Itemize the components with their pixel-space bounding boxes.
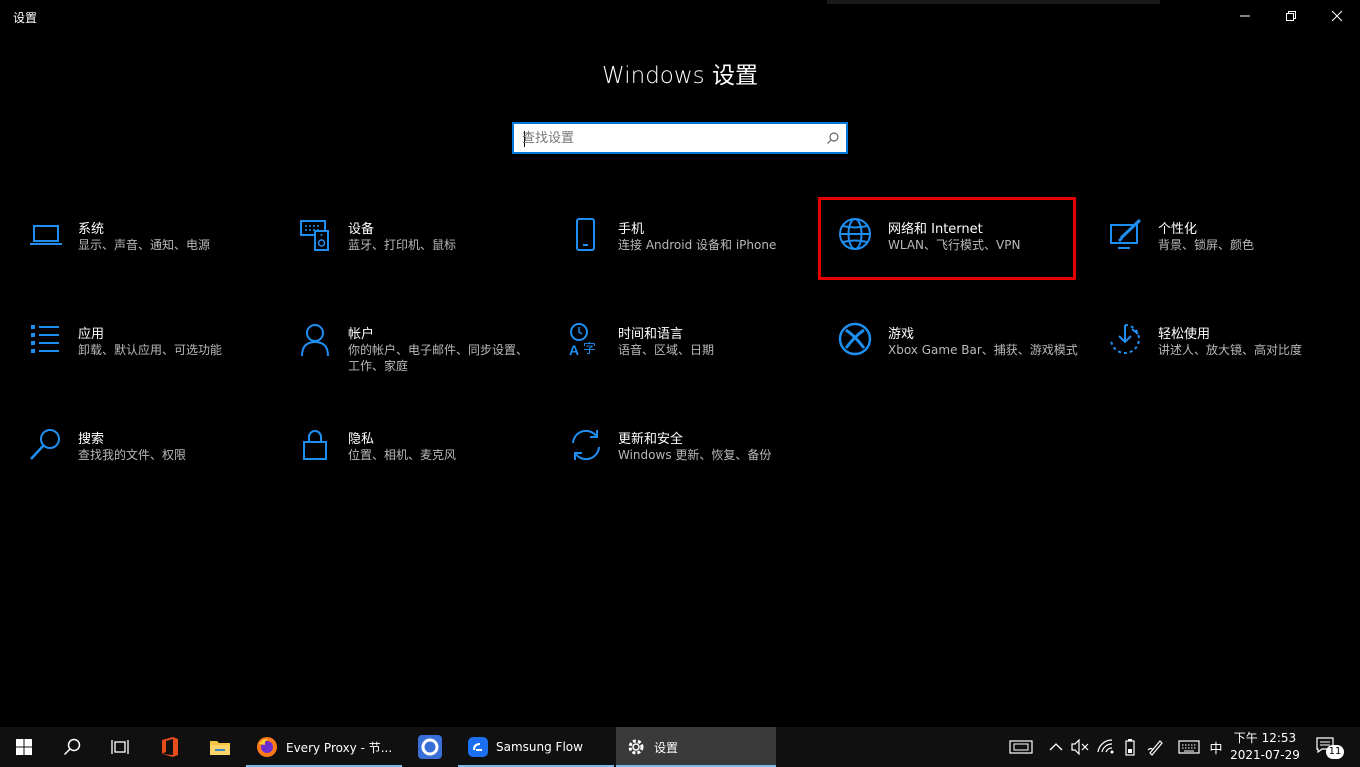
minimize-button[interactable]	[1222, 0, 1268, 32]
taskbar-app-circle[interactable]	[406, 727, 454, 767]
close-button[interactable]	[1314, 0, 1360, 32]
tile-update-security[interactable]: 更新和安全 Windows 更新、恢复、备份	[568, 427, 818, 507]
tile-personalization[interactable]: 个性化 背景、锁屏、颜色	[1108, 217, 1358, 297]
tile-description: 语音、区域、日期	[618, 343, 715, 357]
search-input[interactable]	[522, 128, 822, 148]
taskbar-app-settings[interactable]: 设置	[616, 727, 776, 767]
taskbar-app-samsung-flow[interactable]: Samsung Flow	[458, 727, 614, 767]
tile-name: 搜索	[78, 432, 105, 447]
lock-icon	[298, 427, 334, 463]
sync-icon	[568, 427, 604, 463]
restore-icon	[1286, 11, 1296, 21]
notification-badge: 11	[1326, 745, 1344, 759]
search-icon[interactable]	[826, 131, 840, 145]
tile-system[interactable]: 系统 显示、声音、通知、电源	[28, 217, 278, 297]
clock[interactable]: 下午 12:53 2021-07-29	[1230, 730, 1300, 764]
tile-name: 系统	[78, 222, 105, 237]
windows-logo-icon	[16, 739, 32, 755]
task-view-button[interactable]	[96, 727, 144, 767]
tile-name: 隐私	[348, 432, 375, 447]
tile-devices[interactable]: 设备 蓝牙、打印机、鼠标	[298, 217, 548, 297]
tile-description: 蓝牙、打印机、鼠标	[348, 238, 457, 252]
search-icon	[28, 427, 64, 463]
ease-of-access-icon	[1108, 322, 1144, 358]
tile-name: 更新和安全	[618, 432, 684, 447]
samsung-flow-icon	[468, 737, 488, 757]
devices-icon	[298, 217, 334, 253]
title-bar: 设置	[0, 0, 1360, 32]
laptop-icon	[28, 217, 64, 253]
taskbar-search-button[interactable]	[48, 727, 96, 767]
tile-description: 查找我的文件、权限	[78, 448, 187, 462]
tile-name: 设备	[348, 222, 375, 237]
chevron-up-icon[interactable]	[1046, 737, 1066, 757]
restore-button[interactable]	[1268, 0, 1314, 32]
taskbar-app-label: 设置	[654, 740, 679, 755]
svg-text:A: A	[569, 342, 579, 358]
taskbar-app-label: Samsung Flow	[496, 740, 583, 754]
phone-icon	[568, 217, 604, 253]
tile-description: 位置、相机、麦克风	[348, 448, 457, 462]
xbox-icon	[838, 322, 874, 358]
gear-icon	[628, 739, 644, 755]
tile-apps[interactable]: 应用 卸载、默认应用、可选功能	[28, 322, 278, 402]
taskbar: Every Proxy - 节... Samsung Flow 设置 中 下午 …	[0, 727, 1360, 767]
task-view-icon	[111, 740, 129, 754]
window-title: 设置	[13, 11, 38, 25]
page-title: Windows 设置	[602, 63, 758, 89]
office-app-button[interactable]	[146, 727, 194, 767]
keyboard-tray-icon[interactable]	[1008, 737, 1034, 757]
minimize-icon	[1240, 15, 1250, 17]
search-icon	[63, 738, 81, 756]
action-center-button[interactable]: 11	[1316, 737, 1344, 759]
taskbar-app-every-proxy[interactable]: Every Proxy - 节...	[246, 727, 402, 767]
app-circle-icon	[418, 735, 442, 759]
pen-icon[interactable]	[1146, 737, 1166, 757]
tile-name: 个性化	[1158, 222, 1198, 237]
personalization-icon	[1108, 217, 1144, 253]
tile-description: Windows 更新、恢复、备份	[618, 448, 772, 462]
office-icon	[162, 737, 178, 757]
tile-description: 卸载、默认应用、可选功能	[78, 343, 223, 357]
time-language-icon: A字	[568, 322, 604, 358]
person-icon	[298, 322, 334, 358]
firefox-icon	[257, 737, 277, 757]
tile-accounts[interactable]: 帐户 你的帐户、电子邮件、同步设置、工作、家庭	[298, 322, 548, 402]
tile-time-language[interactable]: A字 时间和语言 语音、区域、日期	[568, 322, 818, 402]
file-explorer-button[interactable]	[196, 727, 244, 767]
tile-name: 时间和语言	[618, 327, 684, 342]
close-icon	[1331, 10, 1343, 22]
apps-list-icon	[28, 322, 64, 358]
clock-time: 下午 12:53	[1233, 731, 1297, 745]
tile-name: 帐户	[348, 327, 375, 342]
tile-description: 连接 Android 设备和 iPhone	[618, 238, 777, 252]
title-bar-strip	[827, 0, 1160, 4]
tile-search[interactable]: 搜索 查找我的文件、权限	[28, 427, 278, 507]
tile-description: 背景、锁屏、颜色	[1158, 238, 1255, 252]
tile-ease-of-access[interactable]: 轻松使用 讲述人、放大镜、高对比度	[1108, 322, 1358, 402]
tile-phone[interactable]: 手机 连接 Android 设备和 iPhone	[568, 217, 818, 297]
tile-description: 你的帐户、电子邮件、同步设置、工作、家庭	[348, 343, 529, 373]
tile-description: 讲述人、放大镜、高对比度	[1158, 343, 1303, 357]
battery-icon[interactable]	[1120, 737, 1140, 757]
tile-name: 游戏	[888, 327, 915, 342]
tile-name: 手机	[618, 222, 645, 237]
touch-keyboard-icon[interactable]	[1176, 737, 1202, 757]
folder-icon	[210, 741, 230, 755]
tile-gaming[interactable]: 游戏 Xbox Game Bar、捕获、游戏模式	[838, 322, 1088, 402]
tile-description: 显示、声音、通知、电源	[78, 238, 211, 252]
tile-name: 应用	[78, 327, 105, 342]
tile-privacy[interactable]: 隐私 位置、相机、麦克风	[298, 427, 548, 507]
input-method-indicator[interactable]: 中	[1206, 737, 1226, 757]
tile-name: 轻松使用	[1158, 327, 1211, 342]
taskbar-app-label: Every Proxy - 节...	[286, 740, 393, 755]
start-button[interactable]	[0, 727, 48, 767]
clock-date: 2021-07-29	[1230, 748, 1300, 762]
volume-muted-icon[interactable]	[1070, 737, 1090, 757]
tile-description: Xbox Game Bar、捕获、游戏模式	[888, 343, 1078, 357]
highlight-box	[818, 197, 1076, 280]
svg-text:字: 字	[583, 342, 596, 357]
wifi-icon[interactable]	[1096, 737, 1116, 757]
settings-search-box[interactable]	[512, 122, 848, 154]
